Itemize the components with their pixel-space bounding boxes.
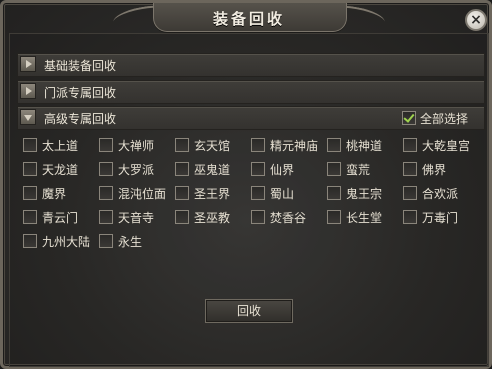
option-label: 佛界 xyxy=(422,163,447,177)
checkbox-box[interactable] xyxy=(23,234,37,248)
collapse-arrow-icon[interactable] xyxy=(20,109,36,125)
option-label: 仙界 xyxy=(270,163,295,177)
expand-arrow-icon[interactable] xyxy=(20,83,36,99)
option-label: 桃神道 xyxy=(346,139,383,153)
option-label: 九州大陆 xyxy=(42,235,91,249)
option-label: 焚香谷 xyxy=(270,211,307,225)
option-label: 魔界 xyxy=(42,187,67,201)
option-label: 太上道 xyxy=(42,139,79,153)
section-label: 基础装备回收 xyxy=(44,59,117,73)
checkbox-box[interactable] xyxy=(99,186,113,200)
checkbox-box[interactable] xyxy=(99,210,113,224)
checkbox-box[interactable] xyxy=(327,210,341,224)
window-title: 装备回收 xyxy=(212,10,285,28)
checkbox-box[interactable] xyxy=(403,138,417,152)
checkbox-box[interactable] xyxy=(403,186,417,200)
option-label: 大乾皇宫 xyxy=(422,139,471,153)
checkbox-box[interactable] xyxy=(175,138,189,152)
checkbox-box[interactable] xyxy=(327,186,341,200)
option-label: 玄天馆 xyxy=(194,139,231,153)
option-label: 大禅师 xyxy=(118,139,155,153)
section-sect-exclusive[interactable]: 门派专属回收 xyxy=(17,80,485,104)
checkbox-box[interactable] xyxy=(403,210,417,224)
checkbox-box[interactable] xyxy=(23,210,37,224)
checkbox-box[interactable] xyxy=(99,138,113,152)
checkbox-box[interactable] xyxy=(251,186,265,200)
expand-arrow-icon[interactable] xyxy=(20,56,36,72)
option-label: 天音寺 xyxy=(118,211,155,225)
option-label: 合欢派 xyxy=(422,187,459,201)
checkmark-icon xyxy=(403,111,415,123)
option-label: 巫鬼道 xyxy=(194,163,231,177)
close-button[interactable]: × xyxy=(465,9,487,31)
checkbox-box[interactable] xyxy=(175,162,189,176)
section-label: 高级专属回收 xyxy=(44,112,117,126)
option-label: 圣巫教 xyxy=(194,211,231,225)
checkbox-box[interactable] xyxy=(251,138,265,152)
option-label: 大罗派 xyxy=(118,163,155,177)
equipment-recycle-window: 装备回收 × 基础装备回收 门派专属回收 高级专属回收 全部选择 太上道 大禅师… xyxy=(0,0,492,369)
option-label: 万毒门 xyxy=(422,211,459,225)
checkbox-box[interactable] xyxy=(251,210,265,224)
checkbox-box[interactable] xyxy=(99,162,113,176)
option-label: 圣王界 xyxy=(194,187,231,201)
checkbox-box[interactable] xyxy=(23,162,37,176)
section-label: 门派专属回收 xyxy=(44,86,117,100)
recycle-button[interactable]: 回收 xyxy=(205,299,293,323)
option-label: 蛮荒 xyxy=(346,163,371,177)
checkbox-box[interactable] xyxy=(403,162,417,176)
option-label: 青云门 xyxy=(42,211,79,225)
section-advanced-exclusive[interactable]: 高级专属回收 全部选择 xyxy=(17,106,485,130)
checkbox-box[interactable] xyxy=(175,210,189,224)
select-all-label: 全部选择 xyxy=(420,112,469,126)
option-label: 精元神庙 xyxy=(270,139,319,153)
option-label: 蜀山 xyxy=(270,187,295,201)
option-label: 混沌位面 xyxy=(118,187,167,201)
checkbox-box[interactable] xyxy=(327,162,341,176)
option-label: 永生 xyxy=(118,235,143,249)
checkbox-box[interactable] xyxy=(99,234,113,248)
option-label: 天龙道 xyxy=(42,163,79,177)
checkbox-box[interactable] xyxy=(23,186,37,200)
checkbox-box[interactable] xyxy=(175,186,189,200)
option-label: 长生堂 xyxy=(346,211,383,225)
checkbox-box[interactable] xyxy=(327,138,341,152)
close-icon: × xyxy=(470,12,482,28)
checkbox-box[interactable] xyxy=(251,162,265,176)
checkbox-box[interactable] xyxy=(402,111,416,125)
checkbox-box[interactable] xyxy=(23,138,37,152)
section-basic-equipment[interactable]: 基础装备回收 xyxy=(17,53,485,77)
option-label: 鬼王宗 xyxy=(346,187,383,201)
